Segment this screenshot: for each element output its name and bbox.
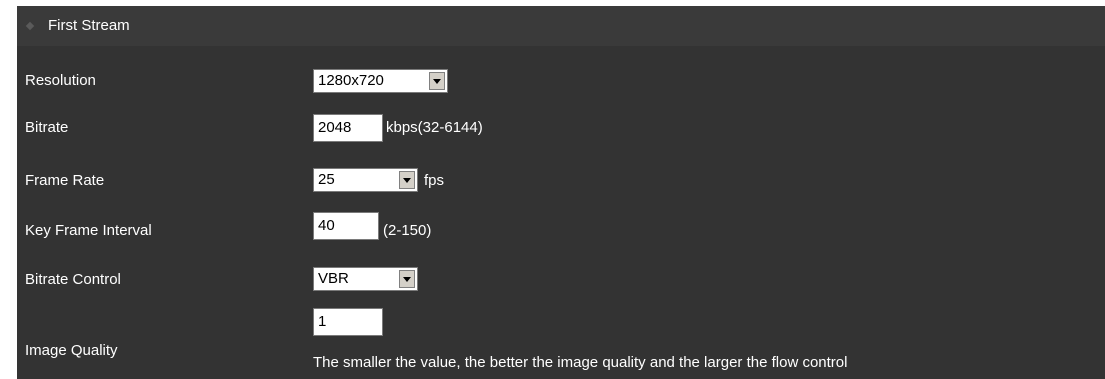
resolution-select[interactable]: 1280x720 bbox=[313, 69, 448, 93]
bitrate-value: 2048 bbox=[318, 119, 352, 136]
resolution-label: Resolution bbox=[25, 72, 96, 89]
frame-rate-label: Frame Rate bbox=[25, 172, 105, 189]
frame-rate-value: 25 bbox=[318, 171, 335, 188]
resolution-value: 1280x720 bbox=[318, 72, 384, 89]
bitrate-input[interactable]: 2048 bbox=[313, 114, 383, 142]
image-quality-input[interactable]: 1 bbox=[313, 308, 383, 336]
section-title: First Stream bbox=[48, 17, 130, 34]
bitrate-control-value: VBR bbox=[318, 270, 349, 287]
dropdown-arrow-icon[interactable] bbox=[429, 72, 445, 90]
bitrate-label: Bitrate bbox=[25, 119, 69, 136]
section-header: First Stream bbox=[17, 6, 1105, 46]
key-frame-interval-value: 40 bbox=[318, 217, 335, 234]
image-quality-label: Image Quality bbox=[25, 342, 118, 359]
dropdown-arrow-icon[interactable] bbox=[399, 270, 415, 288]
bitrate-unit: kbps(32-6144) bbox=[386, 119, 483, 136]
key-frame-interval-range: (2-150) bbox=[383, 222, 432, 239]
frame-rate-unit: fps bbox=[424, 172, 445, 189]
stream-settings-panel: First Stream Resolution 1280x720 Bitrate… bbox=[17, 6, 1105, 379]
diamond-bullet-icon bbox=[25, 21, 35, 31]
dropdown-arrow-icon[interactable] bbox=[399, 171, 415, 189]
image-quality-value: 1 bbox=[318, 313, 327, 330]
bitrate-control-label: Bitrate Control bbox=[25, 271, 121, 288]
frame-rate-select[interactable]: 25 bbox=[313, 168, 418, 192]
bitrate-control-select[interactable]: VBR bbox=[313, 267, 418, 291]
key-frame-interval-input[interactable]: 40 bbox=[313, 212, 379, 240]
image-quality-note: The smaller the value, the better the im… bbox=[313, 354, 848, 371]
key-frame-interval-label: Key Frame Interval bbox=[25, 222, 152, 239]
